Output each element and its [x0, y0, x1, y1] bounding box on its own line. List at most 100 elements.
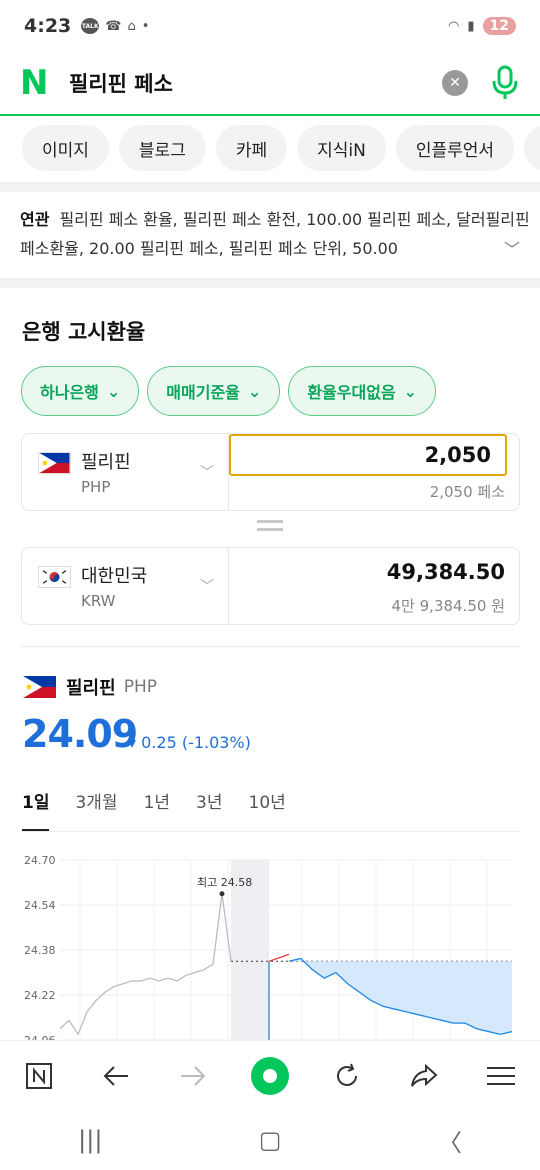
tab-chip[interactable]: 인플루언서	[395, 125, 515, 171]
share-button[interactable]	[404, 1056, 444, 1096]
filter-label: 환율우대없음	[307, 383, 396, 402]
home-icon: ⌂	[127, 18, 136, 34]
signal-icon: ▮	[467, 18, 475, 34]
green-dot-icon	[250, 1056, 289, 1095]
rate-code: PHP	[123, 677, 157, 697]
divider	[0, 278, 540, 288]
chart-series-up	[268, 953, 290, 962]
rate-change: ▾ 0.25 (-1.03%)	[128, 733, 251, 752]
filter-label: 매매기준율	[166, 383, 240, 402]
search-tabs: 이미지블로그카페지식iN인플루언서클	[0, 125, 540, 173]
philippines-flag-icon	[23, 676, 56, 698]
hamburger-icon	[487, 1066, 516, 1085]
period-tab[interactable]: 1년	[144, 788, 170, 831]
chart-series-past	[59, 893, 232, 1036]
clear-search-button[interactable]: ✕	[442, 70, 468, 96]
chart-tick-label: 24.54	[24, 899, 56, 912]
tab-chip[interactable]: 카페	[215, 125, 288, 171]
search-input[interactable]: 필리핀 페소	[69, 68, 442, 98]
currency-select-from[interactable]: 필리핀 PHP ﹀	[22, 434, 229, 510]
share-icon	[411, 1063, 438, 1087]
chart-peak-marker	[219, 891, 225, 897]
wifi-icon: ◠	[448, 18, 460, 34]
chart-tick-label: 24.70	[24, 854, 56, 867]
green-dot-button[interactable]	[250, 1056, 290, 1096]
divider	[21, 831, 520, 832]
related-searches: 연관 필리핀 페소 환율, 필리핀 페소 환전, 100.00 필리핀 페소, 달…	[20, 205, 530, 263]
talk-icon: TALK	[81, 18, 100, 34]
chevron-down-icon: ﹀	[200, 465, 214, 481]
filter-row: 하나은행 ⌄ 매매기준율 ⌄ 환율우대없음 ⌄	[21, 366, 437, 416]
chevron-down-icon[interactable]: ﹀	[504, 235, 520, 264]
chevron-down-icon: ⌄	[106, 381, 121, 401]
battery-icon: 12	[482, 17, 516, 35]
currency-select-to[interactable]: 대한민국 KRW ﹀	[22, 548, 229, 624]
equals-icon	[257, 520, 283, 536]
filter-chip[interactable]: 환율우대없음 ⌄	[288, 366, 437, 416]
converter-to: 대한민국 KRW ﹀ 49,384.50 4만 9,384.50 원	[21, 547, 520, 625]
period-tab[interactable]: 1일	[22, 788, 50, 831]
back-nav-icon[interactable]: 〈	[438, 1123, 462, 1158]
filter-chip[interactable]: 하나은행 ⌄	[21, 366, 140, 416]
rate-value: 24.09	[22, 712, 138, 756]
chart-tick-label: 24.22	[24, 989, 56, 1002]
filter-chip[interactable]: 매매기준율 ⌄	[147, 366, 281, 416]
period-tab[interactable]: 3개월	[75, 788, 117, 831]
refresh-icon	[337, 1063, 358, 1086]
currency-code: PHP	[81, 478, 111, 496]
status-bar: 4:23 TALK ☎ ⌂ • ◠ ▮ 12	[0, 0, 540, 52]
rate-chart[interactable]: 24.7024.5424.3824.2224.06최고 24.58	[0, 845, 540, 1040]
related-label: 연관	[20, 210, 50, 229]
philippines-flag-icon	[38, 452, 71, 474]
currency-name: 대한민국	[81, 566, 148, 587]
home-button-icon[interactable]: ▢	[259, 1126, 282, 1154]
divider	[21, 646, 520, 647]
naver-logo[interactable]: N	[20, 66, 53, 100]
amount-input[interactable]: 2,050	[229, 434, 507, 476]
rate-header: 필리핀 PHP	[23, 674, 157, 700]
forward-button[interactable]	[173, 1056, 213, 1096]
tab-chip[interactable]: 이미지	[22, 125, 109, 171]
tab-chip[interactable]: 지식iN	[297, 125, 386, 171]
tab-chip[interactable]: 클	[524, 125, 540, 171]
amount-from: 2,050 2,050 페소	[229, 434, 519, 510]
search-bar: N 필리핀 페소 ✕	[0, 52, 540, 116]
menu-button[interactable]	[481, 1056, 521, 1096]
amount-result[interactable]: 49,384.50	[387, 560, 505, 584]
converter-from: 필리핀 PHP ﹀ 2,050 2,050 페소	[21, 433, 520, 511]
chart-tick-label: 24.38	[24, 944, 56, 957]
recent-apps-icon[interactable]: |||	[78, 1126, 102, 1154]
korea-flag-icon	[38, 566, 71, 588]
notification-icons: TALK ☎ ⌂ •	[81, 18, 149, 34]
status-time: 4:23	[24, 15, 72, 37]
tab-chip[interactable]: 블로그	[118, 125, 206, 171]
amount-text: 2,050 페소	[429, 483, 505, 501]
naver-home-button[interactable]	[19, 1056, 59, 1096]
system-icons: ◠ ▮ 12	[448, 17, 516, 35]
currency-code: KRW	[81, 592, 116, 610]
period-tab[interactable]: 10년	[249, 788, 286, 831]
mic-icon[interactable]	[490, 65, 520, 101]
rate-country: 필리핀	[66, 678, 116, 699]
chart-area-fill	[289, 958, 512, 1035]
browser-toolbar	[0, 1040, 540, 1110]
chevron-down-icon: ⌄	[247, 381, 262, 401]
divider	[0, 182, 540, 192]
system-nav-bar: ||| ▢ 〈	[0, 1110, 540, 1170]
currency-name: 필리핀	[81, 452, 131, 473]
refresh-button[interactable]	[327, 1056, 367, 1096]
chevron-down-icon: ⌄	[403, 381, 418, 401]
notification-icon: ☎	[105, 18, 122, 34]
amount-to: 49,384.50 4만 9,384.50 원	[229, 548, 519, 624]
amount-text: 4만 9,384.50 원	[391, 597, 505, 615]
related-text[interactable]: 필리핀 페소 환율, 필리핀 페소 환전, 100.00 필리핀 페소, 달러필…	[20, 210, 530, 258]
period-tabs: 1일 3개월 1년 3년 10년	[22, 788, 286, 831]
period-tab[interactable]: 3년	[196, 788, 222, 831]
dot-icon: •	[141, 18, 150, 34]
chevron-down-icon: ﹀	[200, 579, 214, 595]
naver-n-icon	[25, 1062, 52, 1089]
back-button[interactable]	[96, 1056, 136, 1096]
chart-annotation: 최고 24.58	[197, 876, 252, 889]
arrow-left-icon	[103, 1065, 128, 1086]
section-title: 은행 고시환율	[22, 320, 146, 344]
